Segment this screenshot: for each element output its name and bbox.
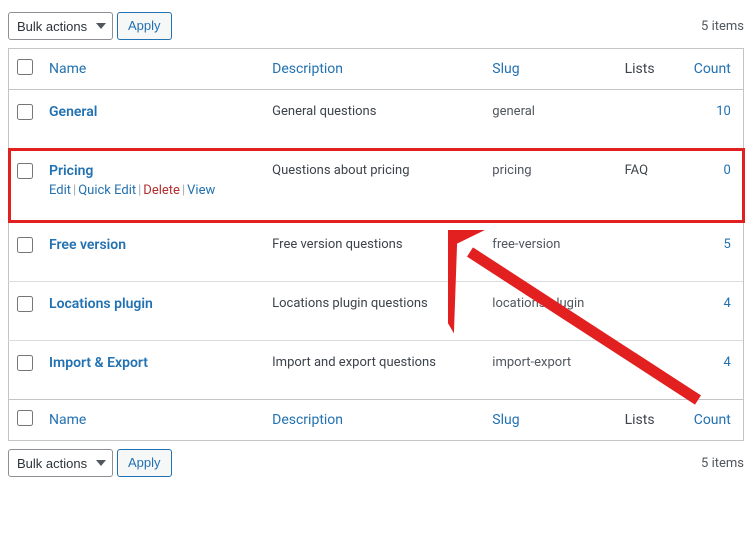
bulk-actions-bottom: Bulk actions Apply [8, 449, 172, 477]
row-description: Questions about pricing [264, 149, 484, 223]
col-footer-name[interactable]: Name [49, 412, 86, 428]
table-header-row: Name Description Slug Lists Count [9, 49, 744, 90]
row-checkbox[interactable] [17, 237, 33, 253]
row-checkbox[interactable] [17, 104, 33, 120]
col-footer-slug[interactable]: Slug [492, 412, 519, 428]
table-row: General General questionsgeneral 10 [9, 90, 744, 149]
row-checkbox[interactable] [17, 163, 33, 179]
tablenav-bottom: Bulk actions Apply 5 items [8, 441, 744, 485]
row-checkbox[interactable] [17, 296, 33, 312]
bulk-actions-select-bottom[interactable]: Bulk actions [8, 449, 113, 477]
row-slug: locations-plugin [484, 282, 616, 341]
row-checkbox[interactable] [17, 355, 33, 371]
row-count-link[interactable]: 4 [724, 355, 731, 370]
row-lists: FAQ [617, 149, 673, 223]
col-header-lists: Lists [617, 49, 673, 90]
bulk-actions-select-top[interactable]: Bulk actions [8, 12, 113, 40]
row-count-link[interactable]: 0 [724, 163, 731, 178]
categories-table: Name Description Slug Lists Count Genera… [8, 48, 744, 441]
row-slug: free-version [484, 223, 616, 282]
row-description: Import and export questions [264, 341, 484, 400]
col-footer-count[interactable]: Count [694, 412, 731, 428]
row-description: Free version questions [264, 223, 484, 282]
apply-button-top[interactable]: Apply [117, 12, 172, 40]
row-action-delete[interactable]: Delete [143, 183, 180, 198]
row-title-link[interactable]: General [49, 104, 97, 120]
row-actions: Edit|Quick Edit|Delete|View [49, 183, 256, 198]
items-count-bottom: 5 items [701, 456, 744, 471]
select-all-bottom[interactable] [17, 410, 33, 426]
row-slug: pricing [484, 149, 616, 223]
items-count-top: 5 items [701, 19, 744, 34]
row-lists [617, 282, 673, 341]
table-row: Locations plugin Locations plugin questio… [9, 282, 744, 341]
select-all-top[interactable] [17, 59, 33, 75]
col-header-name[interactable]: Name [49, 61, 86, 77]
row-title-link[interactable]: Free version [49, 237, 126, 253]
table-footer-row: Name Description Slug Lists Count [9, 400, 744, 441]
col-header-slug[interactable]: Slug [492, 61, 519, 77]
col-footer-description[interactable]: Description [272, 412, 343, 428]
apply-button-bottom[interactable]: Apply [117, 449, 172, 477]
row-title-link[interactable]: Locations plugin [49, 296, 153, 312]
row-description: General questions [264, 90, 484, 149]
table-row: Pricing Edit|Quick Edit|Delete|View Questi… [9, 149, 744, 223]
row-description: Locations plugin questions [264, 282, 484, 341]
bulk-actions-top: Bulk actions Apply [8, 12, 172, 40]
table-row: Import & Export Import and export questio… [9, 341, 744, 400]
row-slug: general [484, 90, 616, 149]
row-action-quick-edit[interactable]: Quick Edit [78, 183, 136, 198]
row-lists [617, 90, 673, 149]
row-count-link[interactable]: 4 [724, 296, 731, 311]
row-action-view[interactable]: View [187, 183, 215, 198]
row-count-link[interactable]: 10 [716, 104, 731, 119]
col-header-count[interactable]: Count [694, 61, 731, 77]
row-title-link[interactable]: Import & Export [49, 355, 148, 371]
row-lists [617, 223, 673, 282]
row-lists [617, 341, 673, 400]
row-count-link[interactable]: 5 [724, 237, 731, 252]
row-action-edit[interactable]: Edit [49, 183, 71, 198]
row-title-link[interactable]: Pricing [49, 163, 93, 179]
row-slug: import-export [484, 341, 616, 400]
col-header-description[interactable]: Description [272, 61, 343, 77]
col-footer-lists: Lists [617, 400, 673, 441]
table-row: Free version Free version questionsfree-v… [9, 223, 744, 282]
tablenav-top: Bulk actions Apply 5 items [8, 8, 744, 48]
